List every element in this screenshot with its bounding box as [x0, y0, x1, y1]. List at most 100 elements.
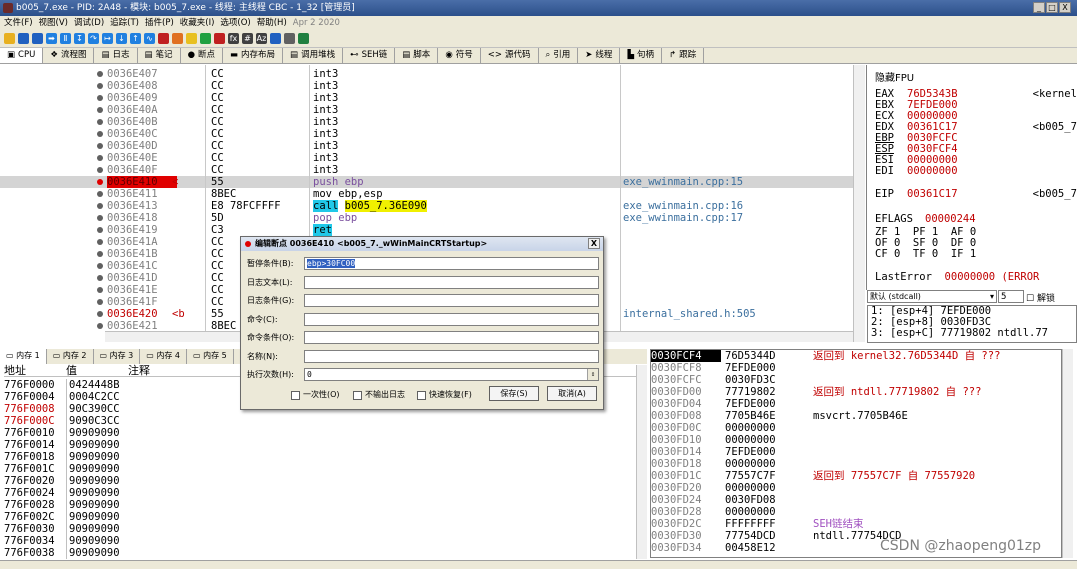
- unlock-checkbox[interactable]: ☐ 解锁: [1026, 291, 1055, 304]
- stack-view[interactable]: 0030FCF4 76D5344D 返回到 kernel32.76D5344D 自 …: [650, 349, 1062, 558]
- function-icon[interactable]: fx: [228, 33, 239, 44]
- pause-icon[interactable]: Ⅱ: [60, 33, 71, 44]
- tab-memory-5[interactable]: ▭ 内存 5: [187, 349, 234, 364]
- settings-icon[interactable]: [200, 33, 211, 44]
- memory-row[interactable]: 776F001C 90909090: [4, 463, 126, 475]
- tab-handles[interactable]: ▙ 句柄: [620, 48, 662, 63]
- step-over-icon[interactable]: ↷: [88, 33, 99, 44]
- tab-notes[interactable]: ▤ 笔记: [138, 48, 181, 63]
- memory-row[interactable]: 776F0008 90C390CC: [4, 403, 126, 415]
- stack-row[interactable]: 0030FD14 7EFDE000: [651, 446, 1061, 458]
- breakpoint-dot[interactable]: [97, 71, 103, 77]
- stack-scrollbar[interactable]: [1062, 349, 1073, 558]
- breakpoint-dot[interactable]: [97, 167, 103, 173]
- disasm-row[interactable]: 0036E407 CC int3: [0, 68, 853, 80]
- tab-memory-3[interactable]: ▭ 内存 3: [94, 349, 141, 364]
- stack-row[interactable]: 0030FD08 7705B46E msvcrt.7705B46E: [651, 410, 1061, 422]
- restart-icon[interactable]: [18, 33, 29, 44]
- tab-breakpoints[interactable]: ● 断点: [181, 48, 223, 63]
- stack-row[interactable]: 0030FD1C 77557C7F 返回到 77557C7F 自 77557920: [651, 470, 1061, 482]
- command-input[interactable]: [304, 312, 599, 326]
- lasterror-row[interactable]: LastError 00000000 (ERROR: [875, 272, 1039, 283]
- stack-row[interactable]: 0030FCFC 0030FD3C: [651, 374, 1061, 386]
- dialog-title-bar[interactable]: 编辑断点 0036E410 <b005_7._wWinMainCRTStartu…: [241, 237, 603, 251]
- module-icon[interactable]: [270, 33, 281, 44]
- disasm-row[interactable]: 0036E410 <55 push ebp exe_wwinmain.cpp:15: [0, 176, 853, 188]
- run-to-user-icon[interactable]: ↑: [130, 33, 141, 44]
- stack-row[interactable]: 0030FCF4 76D5344D 返回到 kernel32.76D5344D 自 …: [651, 350, 1061, 362]
- register-eflags[interactable]: EFLAGS 00000244: [875, 214, 976, 225]
- stack-row[interactable]: 0030FD00 77719802 返回到 ntdll.77719802 自 ???: [651, 386, 1061, 398]
- memory-row[interactable]: 776F0034 90909090: [4, 535, 126, 547]
- menu-help[interactable]: 帮助(H): [257, 16, 287, 30]
- disasm-row[interactable]: 0036E419 C3 ret: [0, 224, 853, 236]
- memory-row[interactable]: 776F0024 90909090: [4, 487, 126, 499]
- tab-threads[interactable]: ➤ 线程: [578, 48, 621, 63]
- breakpoint-dot[interactable]: [97, 143, 103, 149]
- disasm-row[interactable]: 0036E40A CC int3: [0, 104, 853, 116]
- breakpoint-dot[interactable]: [97, 239, 103, 245]
- save-button[interactable]: 保存(S): [489, 386, 539, 401]
- tab-script[interactable]: ▤ 脚本: [395, 48, 439, 63]
- breakpoint-dot[interactable]: [97, 191, 103, 197]
- tab-trace[interactable]: ↱ 跟踪: [662, 48, 705, 63]
- stack-row[interactable]: 0030FD24 0030FD08: [651, 494, 1061, 506]
- hit-count-input[interactable]: 0 ⇕: [304, 368, 599, 381]
- breakpoint-dot[interactable]: [97, 299, 103, 305]
- disasm-row[interactable]: 0036E408 CC int3: [0, 80, 853, 92]
- memory-row[interactable]: 776F0028 90909090: [4, 499, 126, 511]
- register-edi[interactable]: EDI 00000000: [875, 166, 958, 177]
- disasm-row[interactable]: 0036E40C CC int3: [0, 128, 853, 140]
- patch-icon[interactable]: [172, 33, 183, 44]
- breakpoint-dot[interactable]: [97, 131, 103, 137]
- breakpoint-dot[interactable]: [97, 251, 103, 257]
- cancel-button[interactable]: 取消(A): [547, 386, 597, 401]
- tab-memory-1[interactable]: ▭ 内存 1: [0, 349, 47, 364]
- breakpoint-dot[interactable]: [97, 155, 103, 161]
- tab-memory-map[interactable]: ▬ 内存布局: [223, 48, 284, 63]
- font-icon[interactable]: Az: [256, 33, 267, 44]
- dialog-close-button[interactable]: X: [588, 238, 600, 249]
- menu-debug[interactable]: 调试(D): [74, 16, 104, 30]
- stack-row[interactable]: 0030FD20 00000000: [651, 482, 1061, 494]
- stack-row[interactable]: 0030FD2C FFFFFFFF SEH链结束: [651, 518, 1061, 530]
- stop-icon[interactable]: [32, 33, 43, 44]
- header-comment[interactable]: 注释: [128, 364, 150, 377]
- step-into-icon[interactable]: ↧: [74, 33, 85, 44]
- menu-favourites[interactable]: 收藏夹(I): [180, 16, 215, 30]
- breakpoint-dot[interactable]: [97, 119, 103, 125]
- tab-memory-4[interactable]: ▭ 内存 4: [140, 349, 187, 364]
- tab-call-stack[interactable]: ▤ 调用堆栈: [283, 48, 344, 63]
- register-eip[interactable]: EIP 00361C17 <b005_7.: [875, 189, 1077, 200]
- memory-row[interactable]: 776F0000 0424448B: [4, 379, 126, 391]
- header-value[interactable]: 值: [66, 365, 128, 377]
- menu-trace[interactable]: 追踪(T): [110, 16, 139, 30]
- close-button[interactable]: X: [1059, 2, 1071, 13]
- memory-row[interactable]: 776F0030 90909090: [4, 523, 126, 535]
- disasm-vertical-scrollbar[interactable]: [853, 65, 865, 342]
- arg-count-stepper[interactable]: 5: [998, 290, 1024, 303]
- maximize-button[interactable]: □: [1046, 2, 1058, 13]
- memory-row[interactable]: 776F0018 90909090: [4, 451, 126, 463]
- memory-row[interactable]: 776F000C 9090C3CC: [4, 415, 126, 427]
- stack-row[interactable]: 0030FD04 7EFDE000: [651, 398, 1061, 410]
- comment-icon[interactable]: [186, 33, 197, 44]
- command-condition-input[interactable]: [304, 331, 599, 344]
- disasm-row[interactable]: 0036E40D CC int3: [0, 140, 853, 152]
- memory-row[interactable]: 776F0004 0004C2CC: [4, 391, 126, 403]
- tab-references[interactable]: ⌕ 引用: [539, 48, 579, 63]
- hide-fpu-toggle[interactable]: 隐藏FPU: [875, 69, 914, 84]
- menu-file[interactable]: 文件(F): [4, 16, 33, 30]
- tab-symbols[interactable]: ◉ 符号: [438, 48, 481, 63]
- stack-row[interactable]: 0030FD0C 00000000: [651, 422, 1061, 434]
- memory-row[interactable]: 776F002C 90909090: [4, 511, 126, 523]
- stack-row[interactable]: 0030FCF8 7EFDE000: [651, 362, 1061, 374]
- stack-row[interactable]: 0030FD18 00000000: [651, 458, 1061, 470]
- arguments-view[interactable]: 1: [esp+4] 7EFDE000 2: [esp+8] 0030FD3C 3:…: [867, 305, 1077, 343]
- trace-into-icon[interactable]: ↦: [102, 33, 113, 44]
- breakpoint-dot[interactable]: [97, 215, 103, 221]
- breakpoint-dot[interactable]: [97, 311, 103, 317]
- argument-row[interactable]: 3: [esp+C] 77719802 ntdll.77: [868, 328, 1076, 339]
- silent-checkbox[interactable]: 不输出日志: [353, 389, 405, 401]
- breakpoint-dot[interactable]: [97, 323, 103, 329]
